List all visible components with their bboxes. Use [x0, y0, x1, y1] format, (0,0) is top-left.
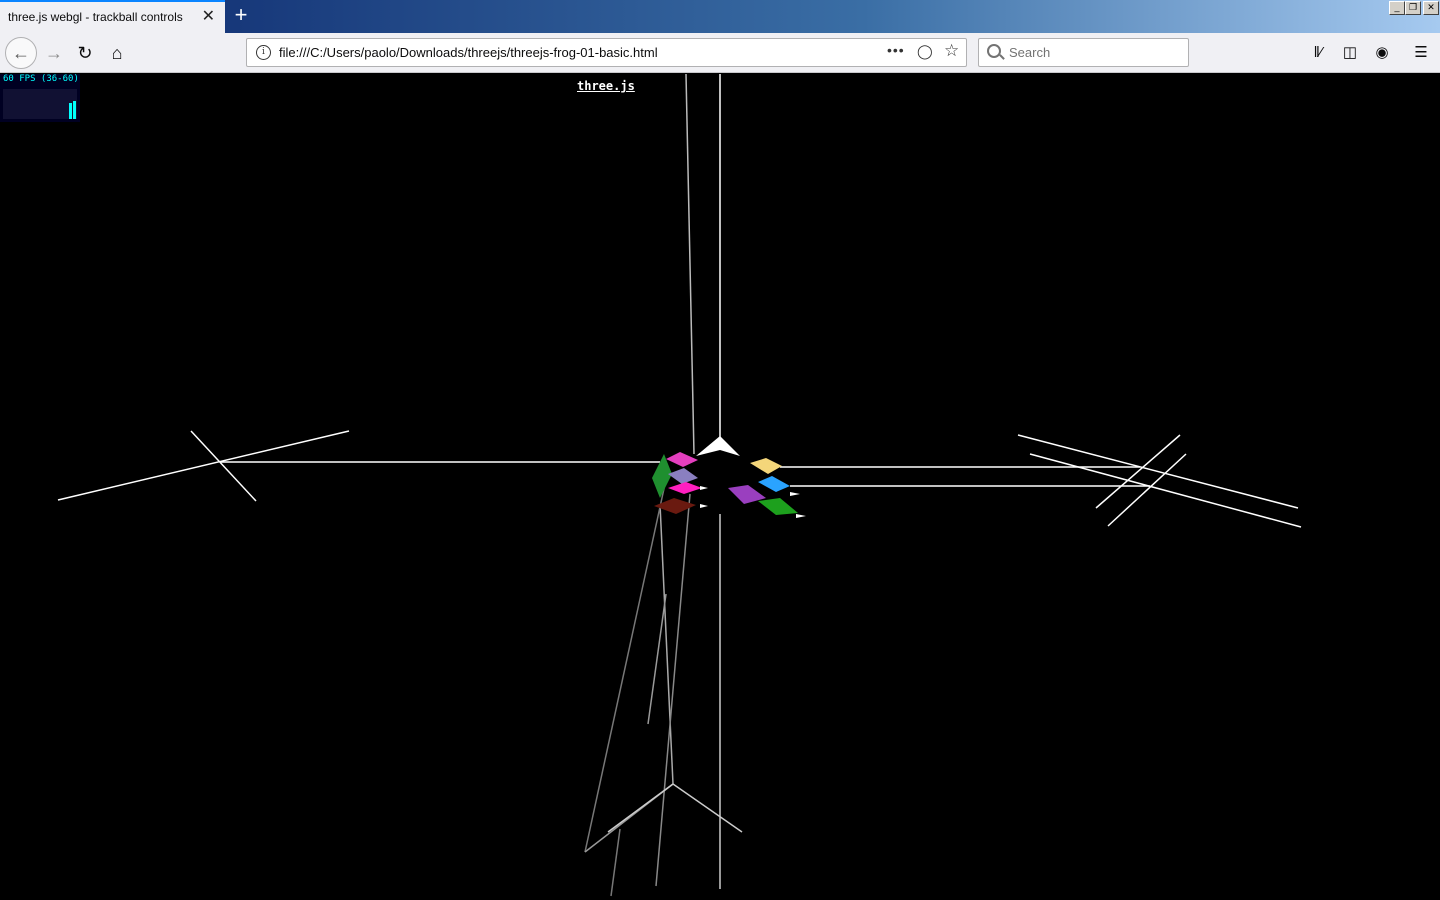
library-icon[interactable]: ‖⁄ — [1307, 42, 1329, 64]
white-head-shape — [696, 436, 740, 456]
pink-shape-1 — [666, 452, 698, 467]
leg-line — [659, 503, 674, 785]
yellow-shape — [750, 458, 782, 474]
fps-text: 60 FPS (36-60) — [3, 74, 79, 84]
title-bar: three.js webgl - trackball controls ✕ + … — [0, 0, 1440, 33]
white-tip-4 — [796, 514, 806, 518]
foot-line-3 — [610, 828, 621, 897]
page-info-icon[interactable]: i — [256, 45, 271, 60]
white-tip-1 — [700, 486, 708, 490]
right-cross-line-2 — [1029, 453, 1302, 528]
close-window-button[interactable]: ✕ — [1423, 1, 1439, 15]
blue-shape — [758, 476, 790, 492]
right-cross-line-1 — [1017, 434, 1299, 509]
three-scene[interactable] — [0, 74, 1440, 900]
leg-line-4 — [584, 483, 666, 853]
white-tip-2 — [700, 504, 708, 508]
fps-bar — [73, 101, 76, 119]
home-icon[interactable]: ⌂ — [103, 39, 131, 67]
left-cross-line-1 — [57, 430, 350, 501]
right-cross-line-4 — [1107, 453, 1187, 527]
navigation-toolbar: ← → ↻ ⌂ i file:///C:/Users/paolo/Downloa… — [0, 33, 1440, 73]
browser-tab[interactable]: three.js webgl - trackball controls ✕ — [0, 0, 225, 33]
fps-bar — [69, 103, 72, 119]
search-input[interactable] — [1009, 39, 1179, 66]
account-icon[interactable]: ◉ — [1371, 42, 1393, 64]
foot-line-2 — [672, 783, 743, 833]
threejs-link[interactable]: three.js — [577, 79, 635, 93]
lavender-shape — [668, 468, 698, 484]
green-shape-2 — [758, 498, 798, 515]
frog-model — [652, 436, 806, 518]
bookmark-star-icon[interactable]: ☆ — [944, 41, 959, 61]
sidebar-icon[interactable]: ◫ — [1339, 42, 1361, 64]
white-tip-3 — [790, 492, 800, 496]
close-tab-icon[interactable]: ✕ — [202, 9, 215, 25]
fps-stats-panel[interactable]: 60 FPS (36-60) — [0, 74, 80, 122]
page-actions-icon[interactable]: ••• — [887, 42, 905, 58]
forward-arrow-icon[interactable]: → — [40, 39, 68, 67]
search-icon — [987, 44, 1001, 58]
pocket-icon[interactable]: ◯ — [917, 43, 933, 60]
green-shape-1 — [652, 454, 672, 498]
tab-title: three.js webgl - trackball controls — [8, 10, 183, 24]
magenta-shape — [668, 482, 702, 494]
vertical-line-2 — [685, 74, 695, 455]
webgl-canvas-area[interactable]: 60 FPS (36-60) three.js — [0, 74, 1440, 900]
leg-line-2 — [655, 493, 691, 887]
fps-graph — [3, 89, 77, 119]
restore-window-button[interactable]: ❐ — [1405, 1, 1421, 15]
new-tab-button[interactable]: + — [229, 3, 253, 27]
hamburger-menu-icon[interactable]: ☰ — [1410, 42, 1432, 64]
url-bar[interactable]: i file:///C:/Users/paolo/Downloads/three… — [246, 38, 967, 67]
reload-icon[interactable]: ↻ — [71, 39, 99, 67]
search-bar[interactable] — [978, 38, 1189, 67]
minimize-window-button[interactable]: _ — [1389, 1, 1405, 15]
back-arrow-icon[interactable]: ← — [5, 37, 37, 69]
url-text[interactable]: file:///C:/Users/paolo/Downloads/threejs… — [279, 45, 658, 60]
leg-line-3 — [647, 593, 667, 725]
